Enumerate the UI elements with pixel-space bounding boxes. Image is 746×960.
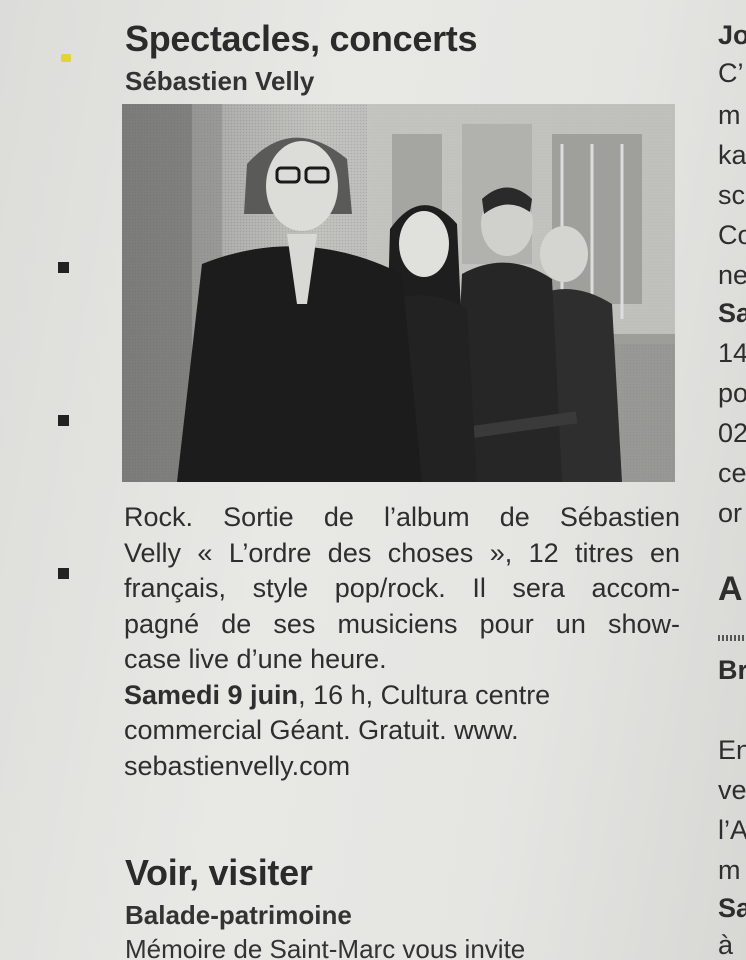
column-fragment: ka bbox=[718, 140, 746, 170]
column-fragment: or bbox=[718, 498, 743, 528]
bullet-marker bbox=[58, 415, 69, 426]
column-fragment: à bbox=[718, 930, 734, 960]
band-photo bbox=[122, 104, 675, 482]
column-fragment: 14 bbox=[718, 338, 746, 368]
article-body: Rock. Sortie de l’album de Sébastien Vel… bbox=[124, 500, 680, 784]
column-fragment: sc bbox=[718, 180, 745, 210]
bullet-marker bbox=[58, 262, 69, 273]
event-date: Samedi 9 juin bbox=[124, 679, 299, 710]
body-line: pagné de ses musiciens pour un show- bbox=[124, 608, 680, 639]
adjacent-column: Jo C’ m ka sc Co ne Sa 14 po 02 ce or A … bbox=[718, 0, 746, 960]
column-fragment: ve bbox=[718, 775, 746, 805]
event-time-venue: , 16 h, Cultura centre bbox=[298, 679, 551, 710]
event-title-2: Balade-patrimoine bbox=[125, 900, 352, 930]
column-fragment: m bbox=[718, 855, 741, 885]
body-line: Velly « L’ordre des choses », 12 titres … bbox=[124, 537, 680, 568]
cut-off-line: Mémoire de Saint-Marc vous invite bbox=[125, 934, 526, 960]
column-fragment: po bbox=[718, 378, 746, 408]
column-fragment: ce bbox=[718, 458, 746, 488]
yellow-mark bbox=[61, 54, 71, 62]
event-title: Sébastien Velly bbox=[125, 66, 315, 96]
divider bbox=[718, 635, 746, 641]
column-fragment: Br bbox=[718, 655, 746, 685]
column-fragment: 02 bbox=[718, 418, 746, 448]
column-fragment: Jo bbox=[718, 20, 746, 50]
bullet-marker bbox=[58, 568, 69, 579]
section-title-2: Voir, visiter bbox=[125, 852, 313, 893]
column-heading-fragment: A bbox=[718, 570, 743, 608]
column-fragment: Sa bbox=[718, 298, 746, 328]
column-fragment: C’ bbox=[718, 58, 744, 88]
column-fragment: ne bbox=[718, 260, 746, 290]
event-website: sebastienvelly.com bbox=[124, 750, 351, 781]
column-fragment: Sa bbox=[718, 893, 746, 923]
section-title: Spectacles, concerts bbox=[125, 18, 478, 59]
column-fragment: m bbox=[718, 100, 741, 130]
event-date-line: Samedi 9 juin, 16 h, Cultura centre bbox=[124, 678, 680, 714]
newspaper-page: Spectacles, concerts Sébastien Velly Roc… bbox=[0, 0, 746, 960]
event-location: commercial Géant. Gratuit. www. bbox=[124, 715, 519, 745]
body-line: case live d’une heure. bbox=[124, 644, 387, 674]
body-line: français, style pop/rock. Il sera accom- bbox=[124, 573, 680, 603]
column-fragment: Co bbox=[718, 220, 746, 250]
body-line: Rock. Sortie de l’album de Sébastien bbox=[124, 502, 680, 532]
column-fragment: En bbox=[718, 735, 746, 765]
column-fragment: l’A bbox=[718, 815, 746, 845]
